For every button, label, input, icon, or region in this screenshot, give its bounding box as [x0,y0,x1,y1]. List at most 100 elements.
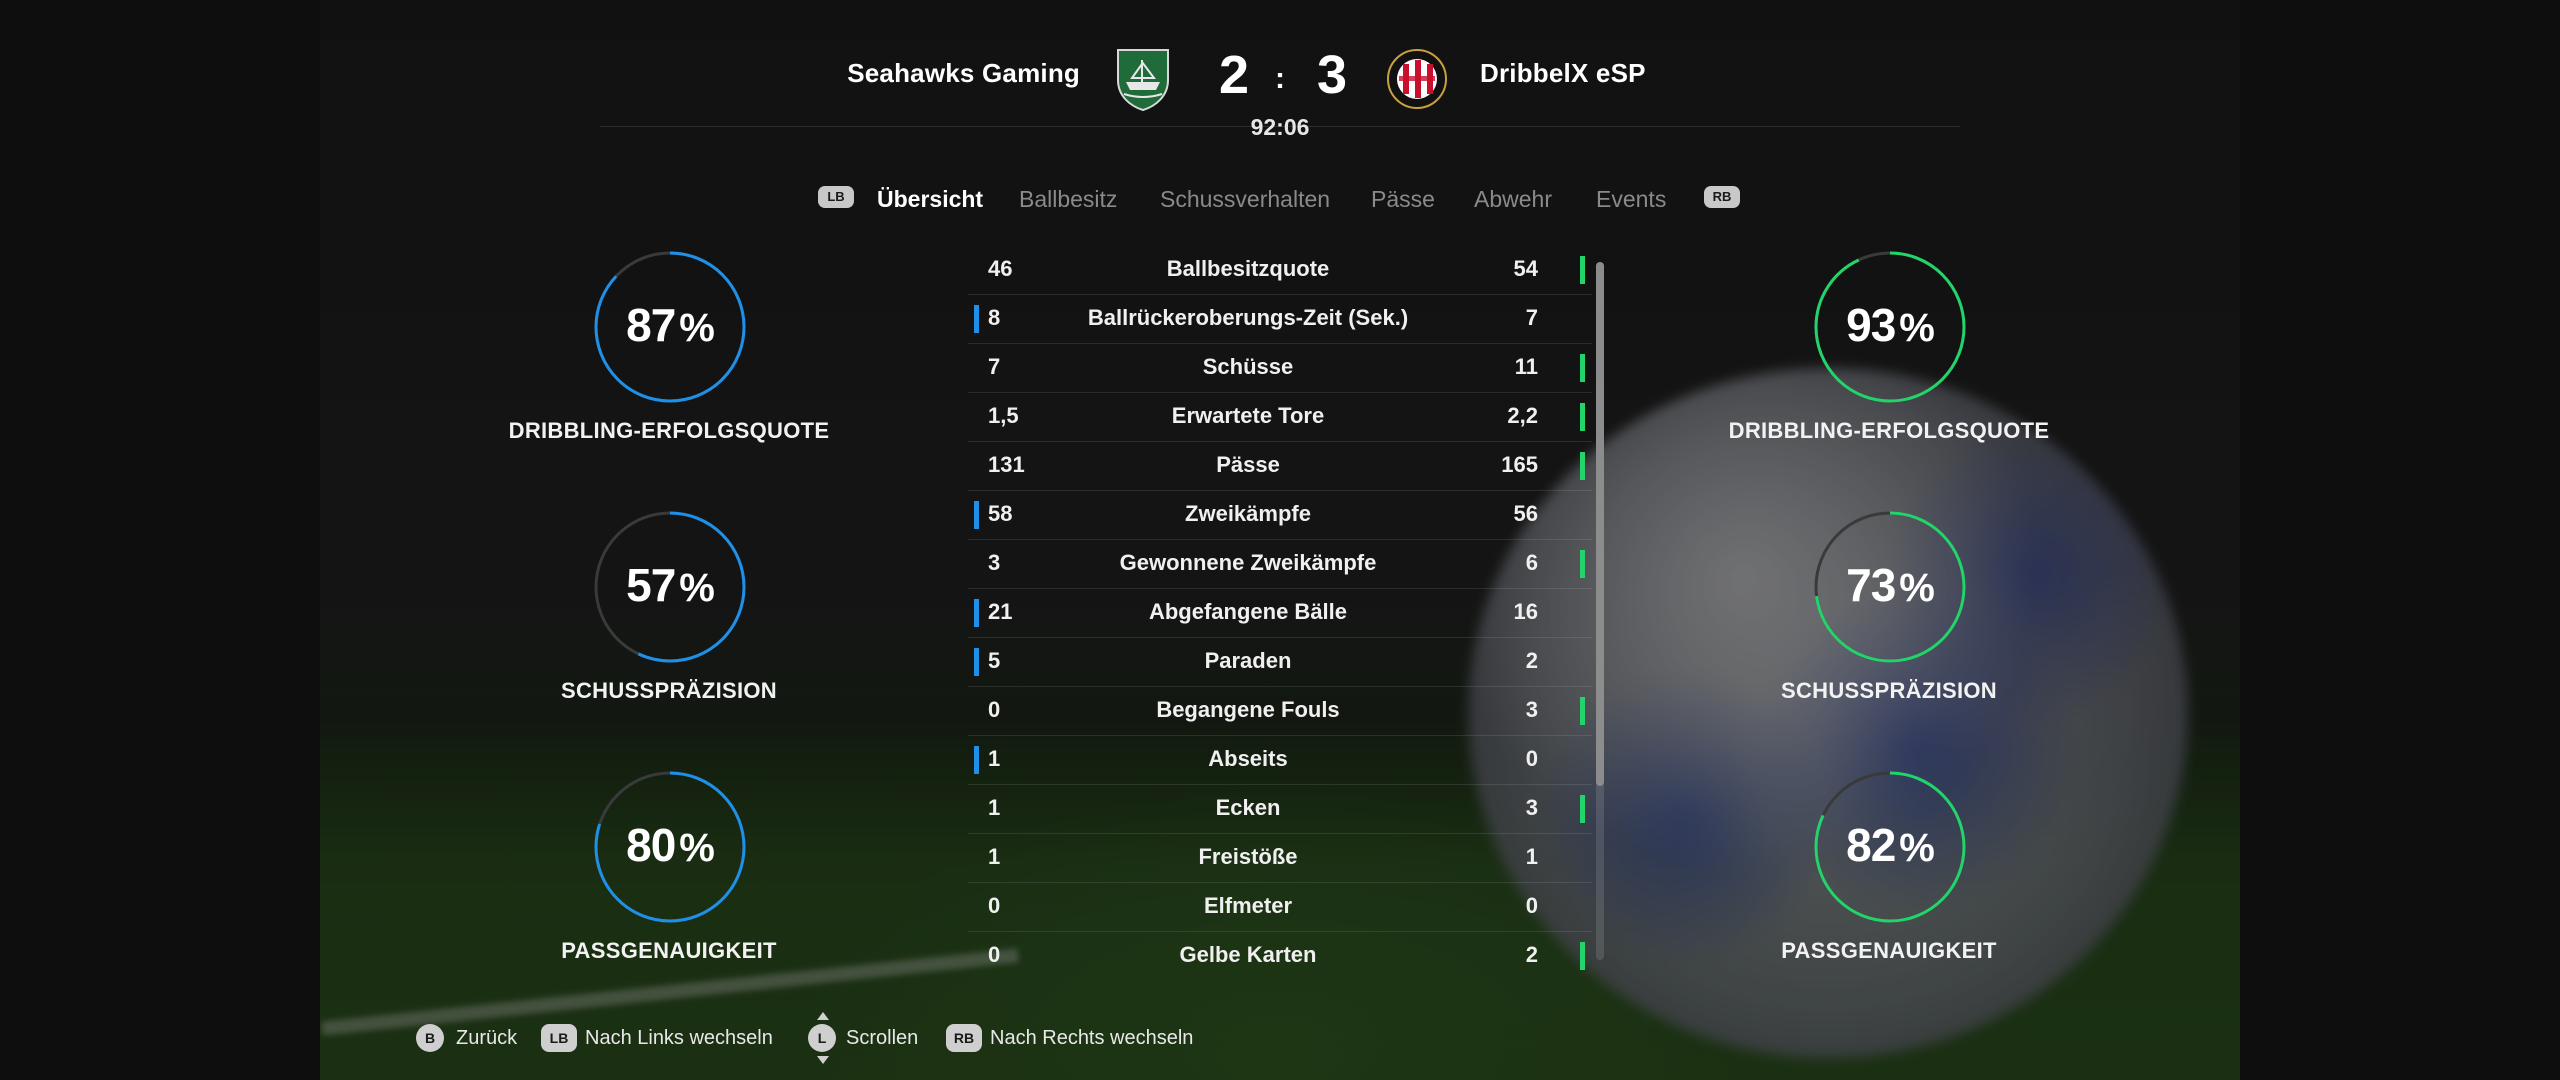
away-lead-marker [1580,452,1585,480]
stat-row: 5 Paraden 2 [968,638,1592,687]
stat-away-value: 3 [1525,697,1538,722]
stats-table[interactable]: 46 Ballbesitzquote 54 8 Ballrückeroberun… [968,246,1592,976]
stat-home-value: 8 [988,305,1001,330]
lb-button-icon: LB [541,1024,577,1052]
home-shot-accuracy-label: SCHUSSPRÄZISION [561,678,777,703]
home-dribbling-label: DRIBBLING-ERFOLGSQUOTE [508,418,830,443]
stat-row: 1 Abseits 0 [968,736,1592,785]
stat-away-value: 3 [1525,795,1538,820]
stat-away-value: 0 [1525,746,1538,771]
home-score: 2 [1218,45,1250,105]
away-score: 3 [1316,45,1348,105]
tab-paesse[interactable]: Pässe [1371,186,1435,213]
away-lead-marker [1580,403,1585,431]
stat-label: Erwartete Tore [1171,403,1325,428]
away-lead-marker [1580,795,1585,823]
right-letterbox [2240,0,2560,1080]
tab-abwehr[interactable]: Abwehr [1474,186,1552,213]
stat-away-value: 2 [1525,648,1538,673]
stat-label: Gewonnene Zweikämpfe [1119,550,1377,575]
stat-away-value: 56 [1513,501,1538,526]
stat-row: 7 Schüsse 11 [968,344,1592,393]
stat-away-value: 2 [1525,942,1538,967]
away-crest-icon [1387,49,1447,109]
rb-button-icon: RB [946,1024,982,1052]
stat-row: 8 Ballrückeroberungs-Zeit (Sek.) 7 [968,295,1592,344]
home-lead-marker [974,501,979,529]
lb-button-hint-icon[interactable]: LB [818,186,854,208]
home-lead-marker [974,599,979,627]
stat-away-value: 7 [1525,305,1538,330]
stat-home-value: 0 [988,697,1001,722]
stat-row: 0 Begangene Fouls 3 [968,687,1592,736]
stat-away-value: 0 [1525,893,1538,918]
rb-button-hint-icon[interactable]: RB [1704,186,1740,208]
away-pass-accuracy-label: PASSGENAUIGKEIT [1781,938,1997,963]
away-dribbling-label: DRIBBLING-ERFOLGSQUOTE [1728,418,2050,443]
stat-label: Zweikämpfe [1185,501,1311,526]
away-lead-marker [1580,256,1585,284]
b-button-icon: B [416,1024,444,1052]
tab-uebersicht[interactable]: Übersicht [877,186,983,213]
stat-label: Gelbe Karten [1179,942,1317,967]
stat-home-value: 0 [988,942,1001,967]
stat-row: 21 Abgefangene Bälle 16 [968,589,1592,638]
scoreboard-header: Seahawks Gaming 2 : 3 DribbelX eSP 92:06 [0,0,2560,150]
stat-away-value: 6 [1525,550,1538,575]
home-team-name: Seahawks Gaming [847,58,1080,88]
stat-away-value: 165 [1501,452,1538,477]
home-lead-marker [974,305,979,333]
stat-row: 131 Pässe 165 [968,442,1592,491]
tab-ballbesitz[interactable]: Ballbesitz [1019,186,1117,213]
stat-label: Ballrückeroberungs-Zeit (Sek.) [1087,305,1409,330]
stat-home-value: 1 [988,746,1001,771]
stat-home-value: 0 [988,893,1001,918]
stat-home-value: 5 [988,648,1001,673]
stats-scrollbar-thumb[interactable] [1596,262,1604,786]
stat-home-value: 46 [988,256,1013,281]
tab-events[interactable]: Events [1596,186,1666,213]
away-lead-marker [1580,354,1585,382]
stat-label: Ecken [1215,795,1281,820]
home-dribbling-value: 87% [626,299,715,351]
stat-label: Elfmeter [1203,893,1293,918]
match-clock: 92:06 [1250,114,1310,140]
stat-row: 0 Gelbe Karten 2 [968,932,1592,980]
stat-label: Abseits [1208,746,1288,771]
match-stats-screen: Seahawks Gaming 2 : 3 DribbelX eSP 92:06… [0,0,2560,1080]
stat-away-value: 16 [1513,599,1538,624]
stat-home-value: 1 [988,795,1001,820]
stat-away-value: 1 [1525,844,1538,869]
tab-schussverhalten[interactable]: Schussverhalten [1160,186,1330,213]
scroll-label: Scrollen [846,1027,919,1049]
stat-home-value: 58 [988,501,1013,526]
stat-label: Ballbesitzquote [1166,256,1330,281]
scroll-down-arrow-icon [817,1056,829,1064]
away-lead-marker [1580,697,1585,725]
stat-row: 58 Zweikämpfe 56 [968,491,1592,540]
score-separator: : [1275,62,1285,95]
button-hint-bar: B Zurück LB Nach Links wechseln L Scroll… [0,1012,2560,1064]
left-letterbox [0,0,320,1080]
stat-home-value: 21 [988,599,1013,624]
stats-tab-bar: LB Übersicht Ballbesitz Schussverhalten … [0,178,2560,222]
switch-right-label: Nach Rechts wechseln [990,1027,1194,1049]
home-pass-accuracy-label: PASSGENAUIGKEIT [561,938,777,963]
stat-away-value: 54 [1513,256,1538,281]
switch-left-label: Nach Links wechseln [585,1027,773,1049]
away-lead-marker [1580,550,1585,578]
stat-row: 3 Gewonnene Zweikämpfe 6 [968,540,1592,589]
stat-row: 0 Elfmeter 0 [968,883,1592,932]
away-lead-marker [1580,942,1585,970]
away-shot-accuracy-label: SCHUSSPRÄZISION [1781,678,1997,703]
stat-label: Pässe [1216,452,1280,477]
stat-label: Abgefangene Bälle [1148,599,1348,624]
home-lead-marker [974,746,979,774]
away-team-name: DribbelX eSP [1480,58,1646,88]
stat-away-value: 11 [1514,354,1538,379]
back-label: Zurück [456,1027,518,1049]
stat-home-value: 1 [988,844,1001,869]
left-stick-icon: L [808,1024,836,1052]
home-lead-marker [974,648,979,676]
home-crest-icon [1117,49,1169,112]
